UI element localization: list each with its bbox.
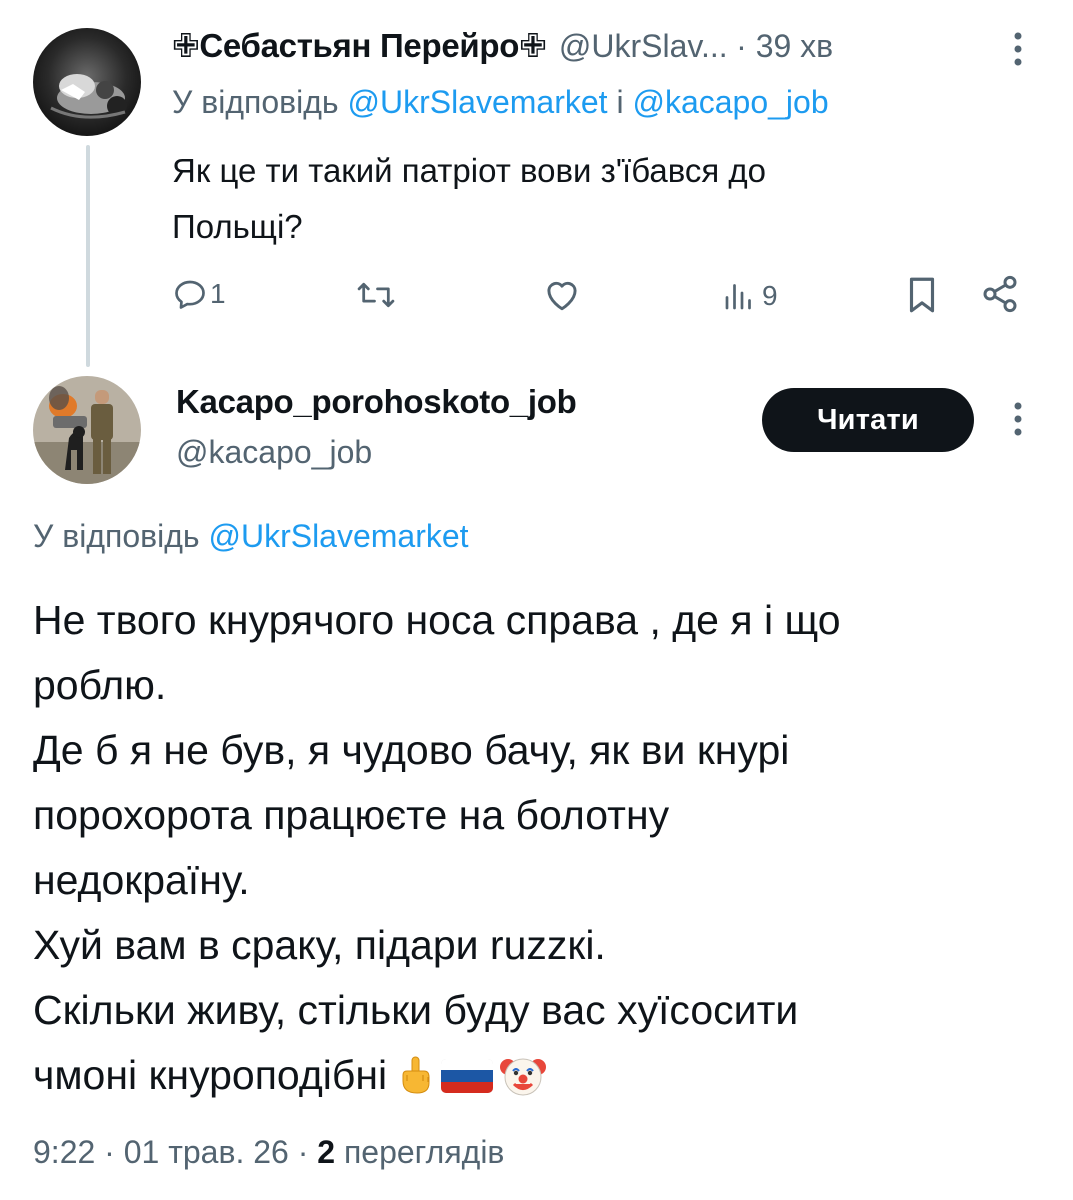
bookmark-icon <box>904 274 940 316</box>
views-label: переглядів <box>343 1134 505 1170</box>
reply-count: 1 <box>210 278 226 309</box>
thread-connector-line <box>86 145 90 367</box>
reply-context: У відповідь @UkrSlavemarket і @kacapo_jo… <box>172 84 829 121</box>
retweet-icon <box>356 278 396 312</box>
reply-prefix: У відповідь <box>172 84 339 120</box>
tweet-text-line: порохорота працюєте на болотну <box>33 792 670 838</box>
follow-button[interactable]: Читати <box>762 388 974 452</box>
reply-and: і <box>616 84 624 120</box>
avatar-kacapo[interactable] <box>33 376 141 484</box>
retweet-button[interactable] <box>356 278 396 312</box>
tweet-text-line: Скільки живу, стільки буду вас хуїсосити <box>33 987 799 1033</box>
tweet-text-line: Хуй вам в сраку, підари ruzzкі. <box>33 922 606 968</box>
tweet-text-line: Де б я не був, я чудово бачу, як ви кнур… <box>33 727 790 773</box>
tweet-text-line: роблю. <box>33 662 167 708</box>
reply-prefix: У відповідь <box>33 518 200 554</box>
tweet-text-line: Не твого кнурячого носа справа , де я і … <box>33 597 841 643</box>
tweet-meta: 9:22 · 01 трав. 26 · 2 переглядів <box>33 1134 504 1171</box>
more-options-icon[interactable] <box>1008 400 1028 440</box>
tweet-text-line: Польщі? <box>172 208 303 245</box>
reply-tweet-header: ✙Себастьян Перейро✙ @UkrSlav... · 39 хв <box>172 26 1032 70</box>
reply-button[interactable]: 1 <box>172 276 226 312</box>
main-display-name[interactable]: Kacapo_porohoskoto_job <box>176 383 577 421</box>
reply-tweet-text: Як це ти такий патріот вови з'їбався до … <box>172 143 766 255</box>
mention-link[interactable]: @UkrSlavemarket <box>208 518 468 554</box>
tweet-text-last-line: чмоні кнуроподібні <box>33 1043 841 1108</box>
tweet-text-line: чмоні кнуроподібні <box>33 1052 388 1098</box>
mention-link[interactable]: @UkrSlavemarket <box>347 84 607 120</box>
tweet-text-line: Як це ти такий патріот вови з'їбався до <box>172 152 767 189</box>
bookmark-button[interactable] <box>904 274 940 316</box>
russian-flag-emoji-icon <box>441 1059 494 1093</box>
heart-icon <box>542 276 582 312</box>
reply-icon <box>172 276 208 312</box>
like-button[interactable] <box>542 276 582 312</box>
tweet-timestamp[interactable]: 9:22 · 01 трав. 26 · <box>33 1134 308 1170</box>
mention-link[interactable]: @kacapo_job <box>632 84 828 120</box>
views-button[interactable]: 9 <box>722 280 778 312</box>
main-tweet-text: Не твого кнурячого носа справа , де я і … <box>33 588 841 1108</box>
tweet-time[interactable]: · 39 хв <box>736 28 833 64</box>
share-button[interactable] <box>980 274 1020 314</box>
tweet-text-line: недокраїну. <box>33 857 250 903</box>
views-count: 9 <box>762 280 778 311</box>
avatar-sebastian[interactable] <box>33 28 141 136</box>
clown-face-emoji-icon <box>499 1051 547 1099</box>
display-name[interactable]: ✙Себастьян Перейро✙ <box>172 27 547 64</box>
main-user-handle[interactable]: @kacapo_job <box>176 434 372 471</box>
more-options-icon[interactable] <box>1008 30 1028 70</box>
main-reply-context: У відповідь @UkrSlavemarket <box>33 518 469 555</box>
middle-finger-emoji-icon <box>395 1049 435 1094</box>
views-count: 2 <box>317 1134 336 1170</box>
views-icon <box>722 281 756 311</box>
user-handle[interactable]: @UkrSlav... <box>559 28 728 64</box>
share-icon <box>980 274 1020 314</box>
